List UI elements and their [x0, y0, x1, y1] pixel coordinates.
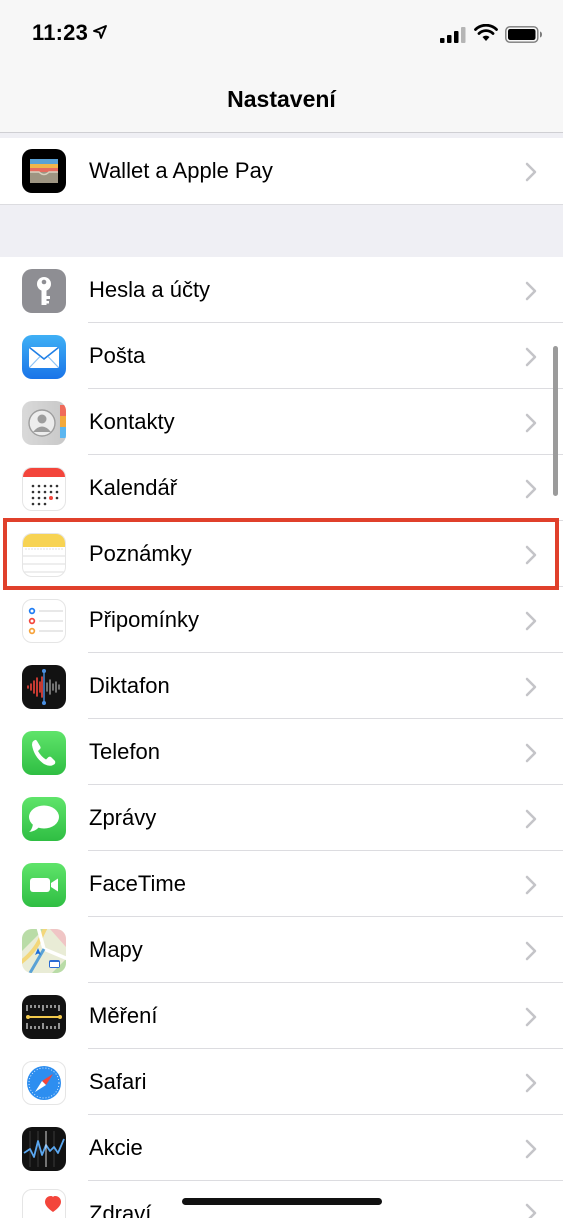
wallet-icon [22, 149, 66, 193]
settings-row-label: Zprávy [89, 805, 157, 830]
settings-row-voice-memos[interactable]: Diktafon [0, 653, 563, 719]
settings-row-label: Kalendář [89, 475, 178, 500]
section-separator [0, 204, 563, 258]
navigation-bar: Nastavení [0, 66, 563, 133]
status-bar: 11:23 [0, 0, 563, 66]
settings-row-label: Wallet a Apple Pay [89, 158, 273, 183]
chevron-right-icon [525, 1073, 537, 1093]
settings-row-maps[interactable]: Mapy [0, 917, 563, 983]
home-indicator[interactable] [182, 1198, 382, 1205]
chevron-right-icon [525, 1139, 537, 1159]
messages-icon [22, 797, 66, 841]
chevron-right-icon [525, 347, 537, 367]
voice-memos-icon [22, 665, 66, 709]
location-arrow-icon [93, 25, 107, 39]
chevron-right-icon [525, 677, 537, 697]
safari-icon [22, 1061, 66, 1105]
settings-row-label: Připomínky [89, 607, 200, 632]
settings-row-label: Kontakty [89, 409, 175, 434]
settings-row-messages[interactable]: Zprávy [0, 785, 563, 851]
settings-row-reminders[interactable]: Připomínky [0, 587, 563, 653]
wifi-icon [474, 24, 498, 41]
battery-icon [505, 26, 542, 43]
chevron-right-icon [525, 743, 537, 763]
settings-row-stocks[interactable]: Akcie [0, 1115, 563, 1181]
chevron-right-icon [525, 875, 537, 895]
settings-row-label: Telefon [89, 739, 160, 764]
chevron-right-icon [525, 809, 537, 829]
chevron-right-icon [525, 479, 537, 499]
phone-icon [22, 731, 66, 775]
contacts-icon [22, 401, 66, 445]
settings-row-wallet[interactable]: Wallet a Apple Pay [0, 138, 563, 204]
settings-row-label: Diktafon [89, 673, 170, 698]
settings-row-safari[interactable]: Safari [0, 1049, 563, 1115]
health-icon [22, 1189, 66, 1218]
settings-row-label: Měření [89, 1003, 158, 1028]
settings-row-measure[interactable]: Měření [0, 983, 563, 1049]
reminders-icon [22, 599, 66, 643]
stocks-icon [22, 1127, 66, 1171]
settings-row-calendar[interactable]: Kalendář [0, 455, 563, 521]
settings-row-contacts[interactable]: Kontakty [0, 389, 563, 455]
settings-row-phone[interactable]: Telefon [0, 719, 563, 785]
status-time: 11:23 [32, 20, 89, 45]
maps-icon [22, 929, 66, 973]
chevron-right-icon [525, 413, 537, 433]
page-title: Nastavení [227, 86, 336, 112]
measure-icon [22, 995, 66, 1039]
settings-row-label: Hesla a účty [89, 277, 211, 302]
chevron-right-icon [525, 162, 537, 182]
settings-row-label: Mapy [89, 937, 143, 962]
key-icon [22, 269, 66, 313]
chevron-right-icon [525, 611, 537, 631]
chevron-right-icon [525, 1007, 537, 1027]
mail-icon [22, 335, 66, 379]
settings-row-mail[interactable]: Pošta [0, 323, 563, 389]
settings-row-label: Zdraví [89, 1201, 152, 1218]
highlight-box [3, 518, 559, 590]
settings-row-label: FaceTime [89, 871, 186, 896]
settings-row-label: Pošta [89, 343, 146, 368]
settings-row-label: Safari [89, 1069, 147, 1094]
facetime-icon [22, 863, 66, 907]
settings-row-label: Akcie [89, 1135, 143, 1160]
settings-row-passwords[interactable]: Hesla a účty [0, 257, 563, 323]
calendar-icon [22, 467, 66, 511]
settings-row-facetime[interactable]: FaceTime [0, 851, 563, 917]
chevron-right-icon [525, 941, 537, 961]
cellular-signal-icon [440, 27, 466, 43]
chevron-right-icon [525, 1203, 537, 1218]
chevron-right-icon [525, 281, 537, 301]
scroll-indicator[interactable] [553, 346, 558, 496]
